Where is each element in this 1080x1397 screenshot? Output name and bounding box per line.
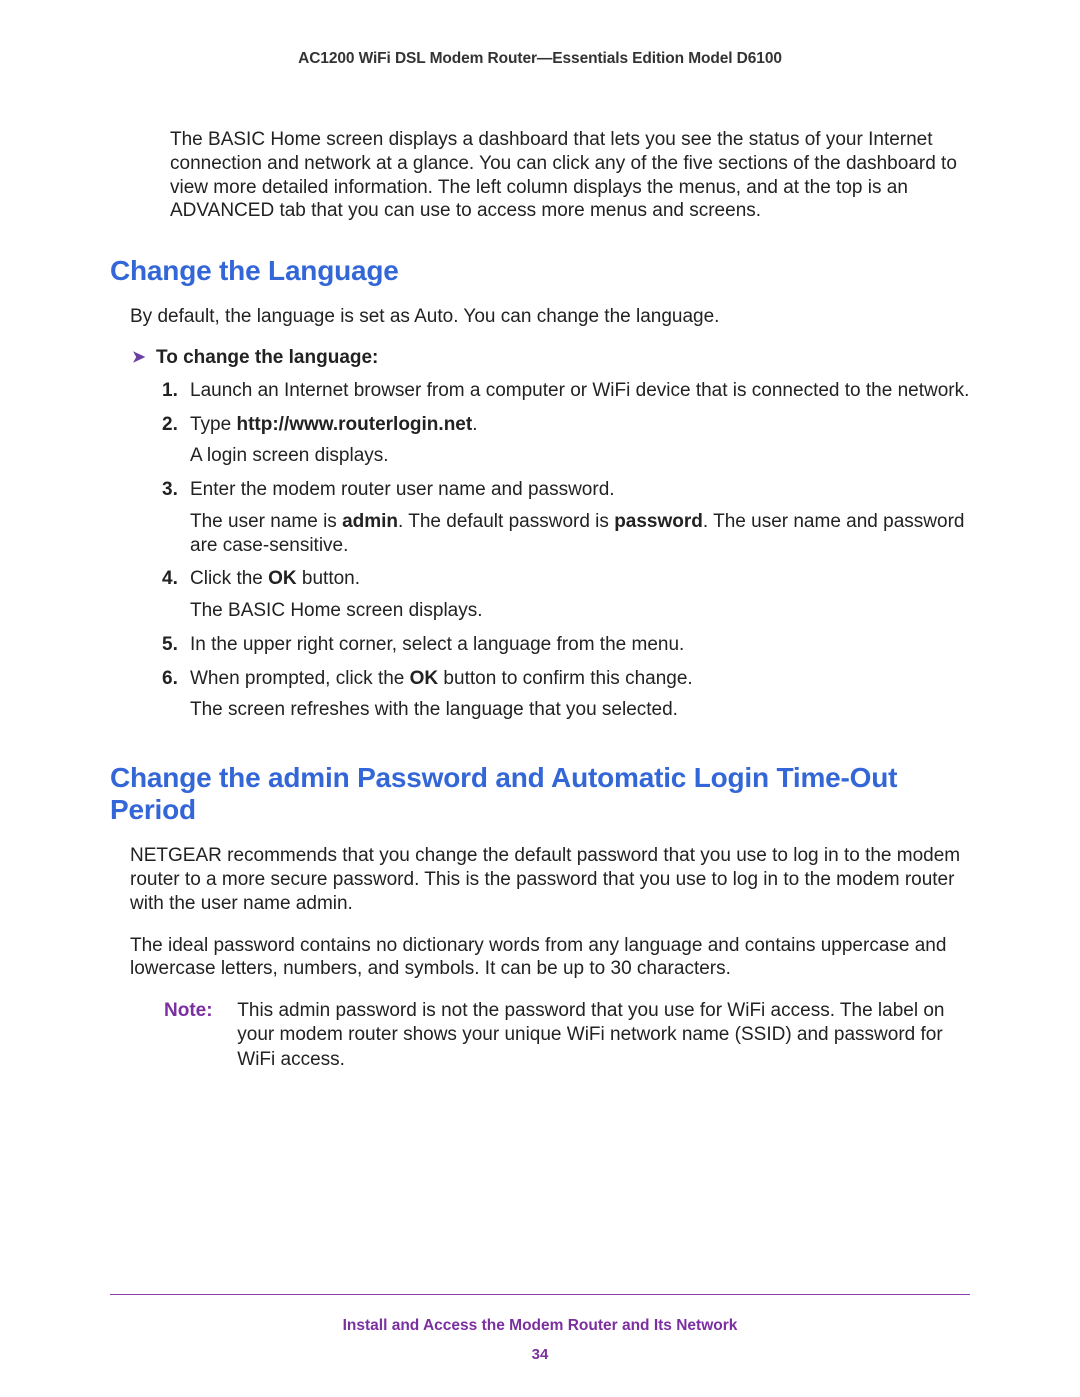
running-header: AC1200 WiFi DSL Modem Router—Essentials … <box>110 50 970 68</box>
document-page: AC1200 WiFi DSL Modem Router—Essentials … <box>0 0 1080 1397</box>
section1-intro: By default, the language is set as Auto.… <box>110 305 970 329</box>
procedure-list: 1. Launch an Internet browser from a com… <box>110 379 970 722</box>
task-heading: ➤To change the language: <box>110 347 970 369</box>
step-result: The BASIC Home screen displays. <box>190 599 970 623</box>
footer-divider <box>110 1294 970 1295</box>
task-label: To change the language: <box>156 347 378 368</box>
step-4: 4. Click the OK button. The BASIC Home s… <box>162 567 970 623</box>
step-result: The screen refreshes with the language t… <box>190 698 970 722</box>
note-label: Note: <box>164 999 232 1023</box>
intro-paragraph: The BASIC Home screen displays a dashboa… <box>110 128 970 223</box>
footer-chapter-title: Install and Access the Modem Router and … <box>0 1317 1080 1335</box>
note-block: Note: This admin password is not the pas… <box>110 999 970 1072</box>
step-number: 1. <box>162 379 178 403</box>
page-number: 34 <box>0 1346 1080 1363</box>
section2-p2: The ideal password contains no dictionar… <box>110 934 970 982</box>
step-number: 4. <box>162 567 178 591</box>
section-heading-change-password: Change the admin Password and Automatic … <box>110 762 970 826</box>
step-1: 1. Launch an Internet browser from a com… <box>162 379 970 403</box>
step-number: 6. <box>162 667 178 691</box>
step-6: 6. When prompted, click the OK button to… <box>162 667 970 723</box>
step-number: 2. <box>162 413 178 437</box>
step-2: 2. Type http://www.routerlogin.net. A lo… <box>162 413 970 469</box>
step-text: Launch an Internet browser from a comput… <box>190 380 969 401</box>
step-3: 3. Enter the modem router user name and … <box>162 478 970 557</box>
step-number: 5. <box>162 633 178 657</box>
triangle-right-icon: ➤ <box>132 347 156 367</box>
section2-p1: NETGEAR recommends that you change the d… <box>110 844 970 915</box>
step-text: When prompted, click the OK button to co… <box>190 668 693 689</box>
step-number: 3. <box>162 478 178 502</box>
step-result: The user name is admin. The default pass… <box>190 510 970 558</box>
step-text: In the upper right corner, select a lang… <box>190 634 684 655</box>
note-body: This admin password is not the password … <box>237 999 963 1072</box>
step-text: Enter the modem router user name and pas… <box>190 479 615 500</box>
section-heading-change-language: Change the Language <box>110 255 970 287</box>
step-text: Click the OK button. <box>190 568 360 589</box>
url-bold: http://www.routerlogin.net <box>236 414 472 435</box>
step-result: A login screen displays. <box>190 444 970 468</box>
step-text: Type http://www.routerlogin.net. <box>190 414 477 435</box>
step-5: 5. In the upper right corner, select a l… <box>162 633 970 657</box>
